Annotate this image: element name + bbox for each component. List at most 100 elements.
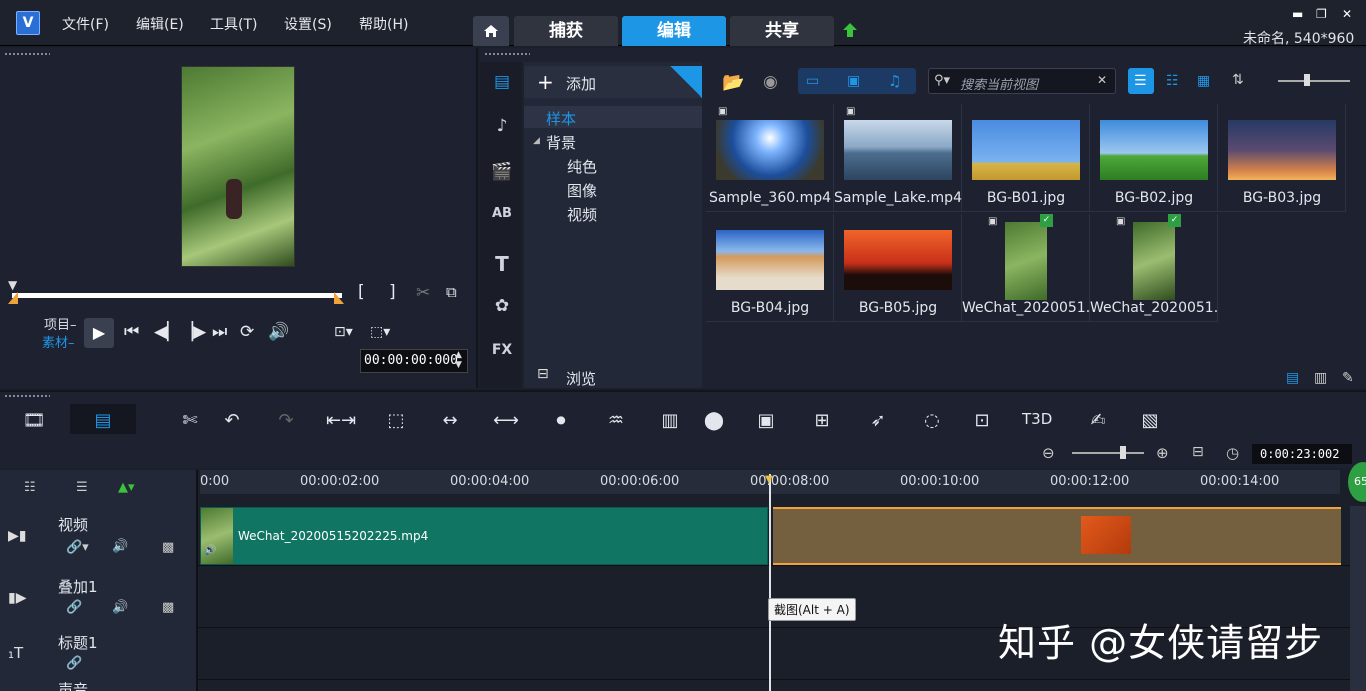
overlay-link-icon[interactable]: 🔗 [66, 600, 82, 615]
track-volume-icon[interactable]: 🔊 [112, 539, 128, 554]
360-icon[interactable]: ◉ [763, 72, 778, 92]
split-icon[interactable]: ↔ [436, 410, 464, 432]
media-thumbnail[interactable]: BG-B02.jpg [1090, 104, 1218, 212]
overlay-grid-icon[interactable]: ▩ [162, 600, 174, 615]
panel-grip[interactable] [4, 52, 50, 60]
browse-button[interactable]: 浏览 [566, 368, 596, 389]
scrub-bar[interactable] [12, 293, 342, 298]
tab-edit[interactable]: 编辑 [622, 16, 726, 46]
filter-video-icon[interactable]: ▭ [806, 73, 819, 89]
media-thumbnail[interactable]: BG-B03.jpg [1218, 104, 1346, 212]
menu-help[interactable]: 帮助(H) [359, 14, 408, 34]
track-grid-icon[interactable]: ▩ [162, 540, 174, 555]
media-icon[interactable]: ▤ [490, 72, 514, 94]
tree-sample[interactable]: 样本 [546, 108, 576, 129]
storyboard-view-icon[interactable]: 🎞 [20, 410, 48, 432]
3d-title-icon[interactable]: T3D [1022, 410, 1052, 432]
fx-icon[interactable]: FX [490, 342, 514, 364]
tree-expand-icon[interactable]: ◢ [533, 136, 540, 146]
screenshot-clip[interactable] [773, 507, 1341, 565]
media-thumbnail[interactable]: ▣ Sample_360.mp4 [706, 104, 834, 212]
split-screen-icon[interactable]: ⊞ [808, 410, 836, 432]
title-icon[interactable]: T [490, 252, 514, 276]
library-grip[interactable] [484, 52, 530, 60]
timeline-scrollbar[interactable] [1350, 506, 1366, 691]
repeat-icon[interactable]: ⟳ [240, 322, 254, 342]
scrubber-handle[interactable]: ▼ [8, 278, 17, 292]
menu-tools[interactable]: 工具(T) [210, 14, 257, 34]
aspect-icon[interactable]: ⊡▾ [334, 324, 353, 340]
import-folder-icon[interactable]: 📂 [722, 72, 744, 93]
tab-share[interactable]: 共享 [730, 16, 834, 46]
tab-capture[interactable]: 捕获 [514, 16, 618, 46]
timecode-field[interactable]: 00:00:00:000 [360, 349, 468, 373]
thumb-size-handle[interactable] [1304, 74, 1310, 86]
media-thumbnail[interactable]: BG-B01.jpg [962, 104, 1090, 212]
mark-in-button[interactable]: [ [358, 282, 365, 302]
home-button[interactable] [473, 16, 509, 46]
title-link-icon[interactable]: 🔗 [66, 656, 82, 671]
fit-icon[interactable]: ⇤⇥ [326, 410, 356, 432]
audio-icon[interactable]: ♪ [490, 116, 514, 138]
speed-icon[interactable]: ➶ [864, 410, 892, 432]
tools-icon[interactable]: ✄ [176, 410, 204, 432]
crop-icon[interactable]: ⬚ [382, 410, 410, 432]
enlarge-icon[interactable]: ⧉ [446, 283, 457, 301]
menu-file[interactable]: 文件(F) [62, 14, 109, 34]
view-grid-icon[interactable]: ▦ [1197, 73, 1210, 89]
add-track-icon[interactable]: ☰ [76, 480, 88, 495]
add-button[interactable]: 添加 [566, 73, 596, 94]
media-thumbnail[interactable]: ▣ ✓ WeChat_2020051... [962, 214, 1090, 322]
tree-image[interactable]: 图像 [567, 180, 597, 201]
filter-photo-icon[interactable]: ▣ [847, 73, 860, 89]
motion-icon[interactable]: ▧ [1136, 410, 1164, 432]
view-details-icon[interactable]: ☷ [1166, 73, 1179, 89]
media-thumbnail[interactable]: BG-B04.jpg [706, 214, 834, 322]
library-edit-icon[interactable]: ✎ [1342, 370, 1354, 386]
close-icon[interactable]: ✕ [1342, 7, 1352, 21]
pan-zoom-icon[interactable]: ⊡ [968, 410, 996, 432]
media-thumbnail[interactable]: ▣ ✓ WeChat_2020051... [1090, 214, 1218, 322]
sound-mixer-icon[interactable]: ♒ [602, 410, 630, 432]
zoom-in-icon[interactable]: ⊕ [1156, 444, 1169, 462]
media-thumbnail[interactable]: BG-B05.jpg [834, 214, 962, 322]
menu-settings[interactable]: 设置(S) [284, 14, 332, 34]
tree-video[interactable]: 视频 [567, 204, 597, 225]
record-icon[interactable]: ⏺ [547, 410, 575, 432]
scissors-icon[interactable]: ✂ [416, 283, 430, 303]
browse-icon[interactable]: ⊟ [537, 366, 549, 382]
undo-icon[interactable]: ↶ [218, 410, 246, 432]
subtitle-icon[interactable]: ▣ [752, 410, 780, 432]
overlay-volume-icon[interactable]: 🔊 [112, 600, 128, 615]
auto-music-icon[interactable]: ▥ [656, 410, 684, 432]
paint-icon[interactable]: ✍ [1084, 410, 1112, 432]
redo-icon[interactable]: ↷ [272, 410, 300, 432]
timeline-grip[interactable] [4, 394, 50, 402]
search-input[interactable]: 搜索当前视图 [960, 74, 1038, 93]
minimize-icon[interactable]: ▬ [1292, 7, 1303, 21]
playhead-marker[interactable]: ▼ [765, 474, 773, 485]
plus-icon[interactable]: + [537, 70, 554, 94]
pin-icon[interactable] [670, 66, 702, 98]
timecode-stepper[interactable]: ▲ ▼ [455, 350, 462, 370]
play-button[interactable]: ▶ [84, 318, 114, 348]
sort-icon[interactable]: ⇅ [1232, 72, 1244, 88]
zoom-handle[interactable] [1120, 446, 1126, 459]
next-frame-icon[interactable]: ▕▶ [180, 322, 206, 342]
go-end-icon[interactable]: ⏭ [212, 322, 227, 342]
go-start-icon[interactable]: ⏮ [124, 322, 139, 342]
menu-edit[interactable]: 编辑(E) [136, 14, 184, 34]
filter-audio-icon[interactable]: ♫ [888, 72, 901, 90]
transition-icon[interactable]: AB [490, 206, 514, 228]
thumb-size-slider[interactable] [1278, 80, 1350, 82]
tree-solid[interactable]: 纯色 [567, 156, 597, 177]
track-manager-icon[interactable]: ☷ [24, 480, 36, 495]
zoom-slider[interactable] [1072, 452, 1144, 454]
graphics-icon[interactable]: ✿ [490, 296, 514, 318]
motion-track-icon[interactable]: ⬤ [700, 410, 728, 432]
chapter-marker-icon[interactable]: ▲▾ [118, 480, 135, 495]
instant-project-icon[interactable]: 🎬 [490, 162, 514, 184]
playhead[interactable] [769, 474, 771, 691]
selection-icon[interactable]: ⬚▾ [370, 324, 390, 340]
mark-out-button[interactable]: ] [389, 282, 396, 302]
